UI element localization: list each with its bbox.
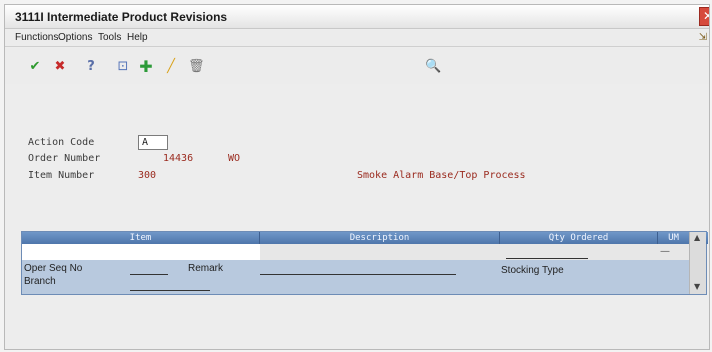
action-code-label: Action Code <box>28 137 95 148</box>
help-icon[interactable]: ? <box>83 59 99 75</box>
detail-grid: Item Description Qty Ordered UM — Oper S… <box>21 231 708 295</box>
toolbar: ✔ ✖ ? ⊡ ✚ ╱ 🗑 🔍 <box>5 48 709 84</box>
ok-icon[interactable]: ✔ <box>27 59 43 75</box>
add-icon[interactable]: ✚ <box>138 59 154 75</box>
grid-row-item-cell[interactable] <box>22 244 260 260</box>
search-icon[interactable]: 🔍 <box>425 59 441 75</box>
restore-icon[interactable]: ⇲ <box>699 32 707 43</box>
delete-icon[interactable]: 🗑 <box>188 59 205 75</box>
menu-tools[interactable]: Tools <box>98 32 121 43</box>
remark-input[interactable] <box>260 274 456 275</box>
column-item[interactable]: Item <box>22 232 260 244</box>
stocking-type-label: Stocking Type <box>501 265 564 276</box>
application-window: 3111I Intermediate Product Revisions ✕ F… <box>4 4 710 350</box>
menu-options[interactable]: Options <box>58 32 92 43</box>
scroll-up-icon[interactable]: ▲ <box>694 233 700 242</box>
window-title: 3111I Intermediate Product Revisions <box>15 10 228 24</box>
grid-scrollbar[interactable]: ▲ ▼ <box>689 232 706 294</box>
qty-underline <box>506 258 588 259</box>
column-description[interactable]: Description <box>260 232 500 244</box>
title-bar: 3111I Intermediate Product Revisions ✕ <box>5 5 709 29</box>
menu-help[interactable]: Help <box>127 32 148 43</box>
remark-label: Remark <box>188 263 224 274</box>
column-um[interactable]: UM <box>658 232 690 244</box>
column-qty-ordered[interactable]: Qty Ordered <box>500 232 658 244</box>
order-number-label: Order Number <box>28 153 101 164</box>
item-number-value[interactable]: 300 <box>138 170 156 181</box>
grid-row-detail: Oper Seq No Branch Remark Stocking Type <box>22 260 690 294</box>
grid-row-rest[interactable] <box>260 244 690 260</box>
menu-bar: Functions Options Tools Help ⇲ <box>5 30 709 47</box>
branch-label: Branch <box>24 276 56 287</box>
item-number-label: Item Number <box>28 170 95 181</box>
branch-input[interactable] <box>130 290 210 291</box>
order-type-value[interactable]: WO <box>228 153 240 164</box>
header-form: Action Code A Order Number 14436 WO Item… <box>5 85 709 225</box>
order-number-value[interactable]: 14436 <box>163 153 193 164</box>
action-code-input[interactable]: A <box>138 135 168 150</box>
grid-header: Item Description Qty Ordered UM <box>22 232 708 244</box>
scroll-down-icon[interactable]: ▼ <box>694 282 700 291</box>
um-placeholder: — <box>660 246 670 257</box>
item-description: Smoke Alarm Base/Top Process <box>357 170 526 181</box>
close-button[interactable]: ✕ <box>699 7 709 26</box>
edit-icon[interactable]: ╱ <box>163 59 179 75</box>
close-icon: ✕ <box>703 9 709 23</box>
oper-seq-label: Oper Seq No <box>24 263 83 274</box>
oper-seq-input[interactable] <box>130 274 168 275</box>
menu-functions[interactable]: Functions <box>15 32 58 43</box>
cancel-icon[interactable]: ✖ <box>52 59 68 75</box>
find-icon[interactable]: ⊡ <box>115 59 131 75</box>
